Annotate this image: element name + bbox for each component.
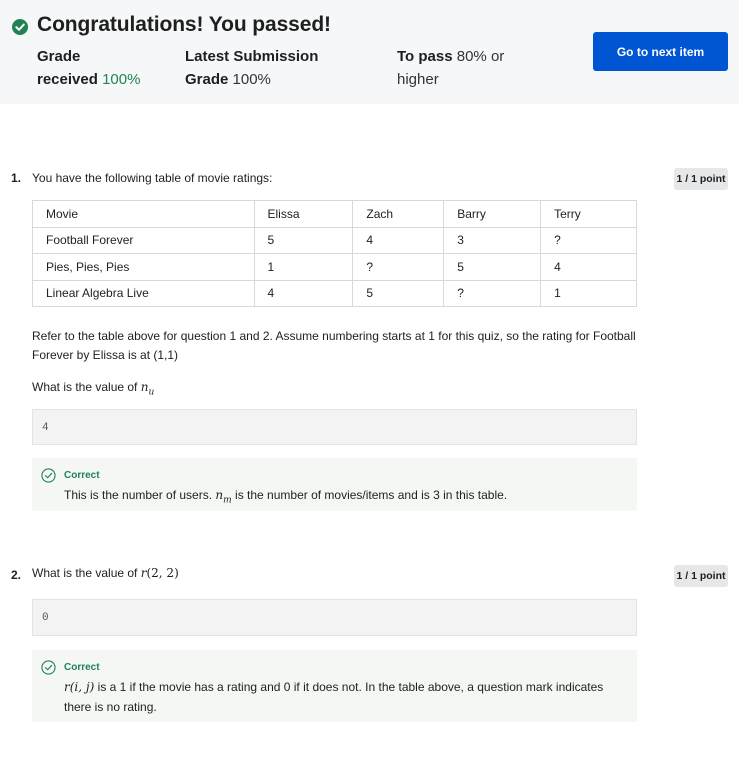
latest-submission-grade: Latest Submission Grade 100% (185, 48, 319, 88)
table-cell: 5 (253, 226, 354, 254)
table-cell: 1 (540, 279, 637, 307)
table-cell: 4 (253, 279, 354, 307)
table-row: Football Forever 5 4 3 ? (32, 226, 637, 254)
table-header-cell: Terry (540, 200, 637, 228)
table-cell: ? (352, 253, 445, 281)
ratings-table: Movie Elissa Zach Barry Terry Football F… (32, 200, 637, 307)
points-badge: 1 / 1 point (674, 565, 728, 587)
question-context: Refer to the table above for question 1 … (32, 329, 636, 362)
table-cell: 3 (443, 226, 542, 254)
table-cell: 5 (443, 253, 542, 281)
feedback-status: Correct (64, 662, 100, 673)
table-header-row: Movie Elissa Zach Barry Terry (32, 200, 637, 228)
table-header-cell: Movie (32, 200, 255, 228)
table-row: Linear Algebra Live 4 5 ? 1 (32, 279, 637, 307)
table-cell: Football Forever (32, 226, 255, 254)
pass-threshold: To pass 80% or higher (397, 48, 505, 88)
table-header-cell: Elissa (253, 200, 354, 228)
question-number: 1. (11, 171, 22, 185)
table-cell: 4 (540, 253, 637, 281)
table-cell: Linear Algebra Live (32, 279, 255, 307)
table-cell: ? (540, 226, 637, 254)
table-header-cell: Barry (443, 200, 542, 228)
feedback-panel: Correct This is the number of users. nm … (32, 458, 637, 511)
table-cell: 4 (352, 226, 445, 254)
check-circle-icon (12, 19, 28, 35)
check-circle-outline-icon (41, 660, 56, 675)
question-subprompt: What is the value of nu (32, 380, 155, 398)
answer-field[interactable]: 4 (32, 409, 637, 445)
table-cell: 5 (352, 279, 445, 307)
question-prompt: You have the following table of movie ra… (32, 171, 273, 185)
feedback-text: This is the number of users. nm is the n… (64, 488, 508, 506)
grade-received: Grade received 100% (37, 48, 141, 88)
points-badge: 1 / 1 point (674, 168, 728, 190)
feedback-text: r(i, j) is a 1 if the movie has a rating… (64, 680, 604, 714)
question-number: 2. (11, 568, 22, 582)
answer-field[interactable]: 0 (32, 599, 637, 636)
table-cell: ? (443, 279, 542, 307)
go-to-next-item-button[interactable]: Go to next item (593, 32, 728, 71)
table-header-cell: Zach (352, 200, 445, 228)
table-cell: 1 (253, 253, 354, 281)
pass-title: Congratulations! You passed! (37, 13, 331, 36)
feedback-panel: Correct r(i, j) is a 1 if the movie has … (32, 650, 637, 722)
feedback-status: Correct (64, 470, 100, 481)
question-prompt: What is the value of r(2, 2) (32, 566, 179, 580)
grade-banner: Congratulations! You passed! Grade recei… (0, 0, 739, 104)
check-circle-outline-icon (41, 468, 56, 483)
table-cell: Pies, Pies, Pies (32, 253, 255, 281)
table-row: Pies, Pies, Pies 1 ? 5 4 (32, 253, 637, 281)
